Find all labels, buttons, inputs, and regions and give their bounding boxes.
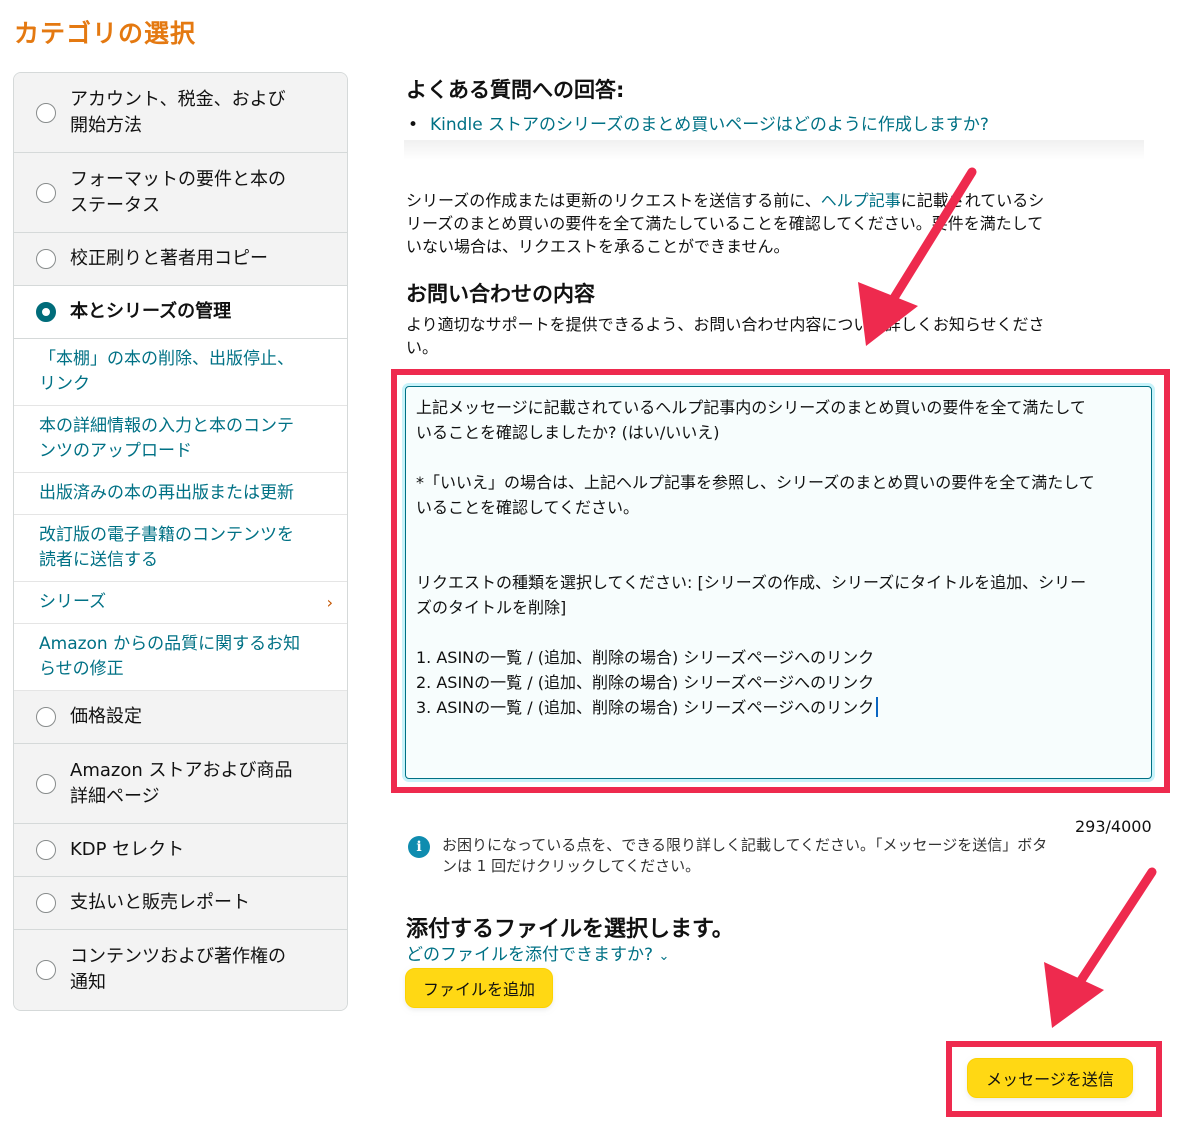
arrow-to-textarea [858,167,977,346]
annotation-arrows [858,167,1157,1028]
arrow-to-submit [1044,867,1157,1028]
